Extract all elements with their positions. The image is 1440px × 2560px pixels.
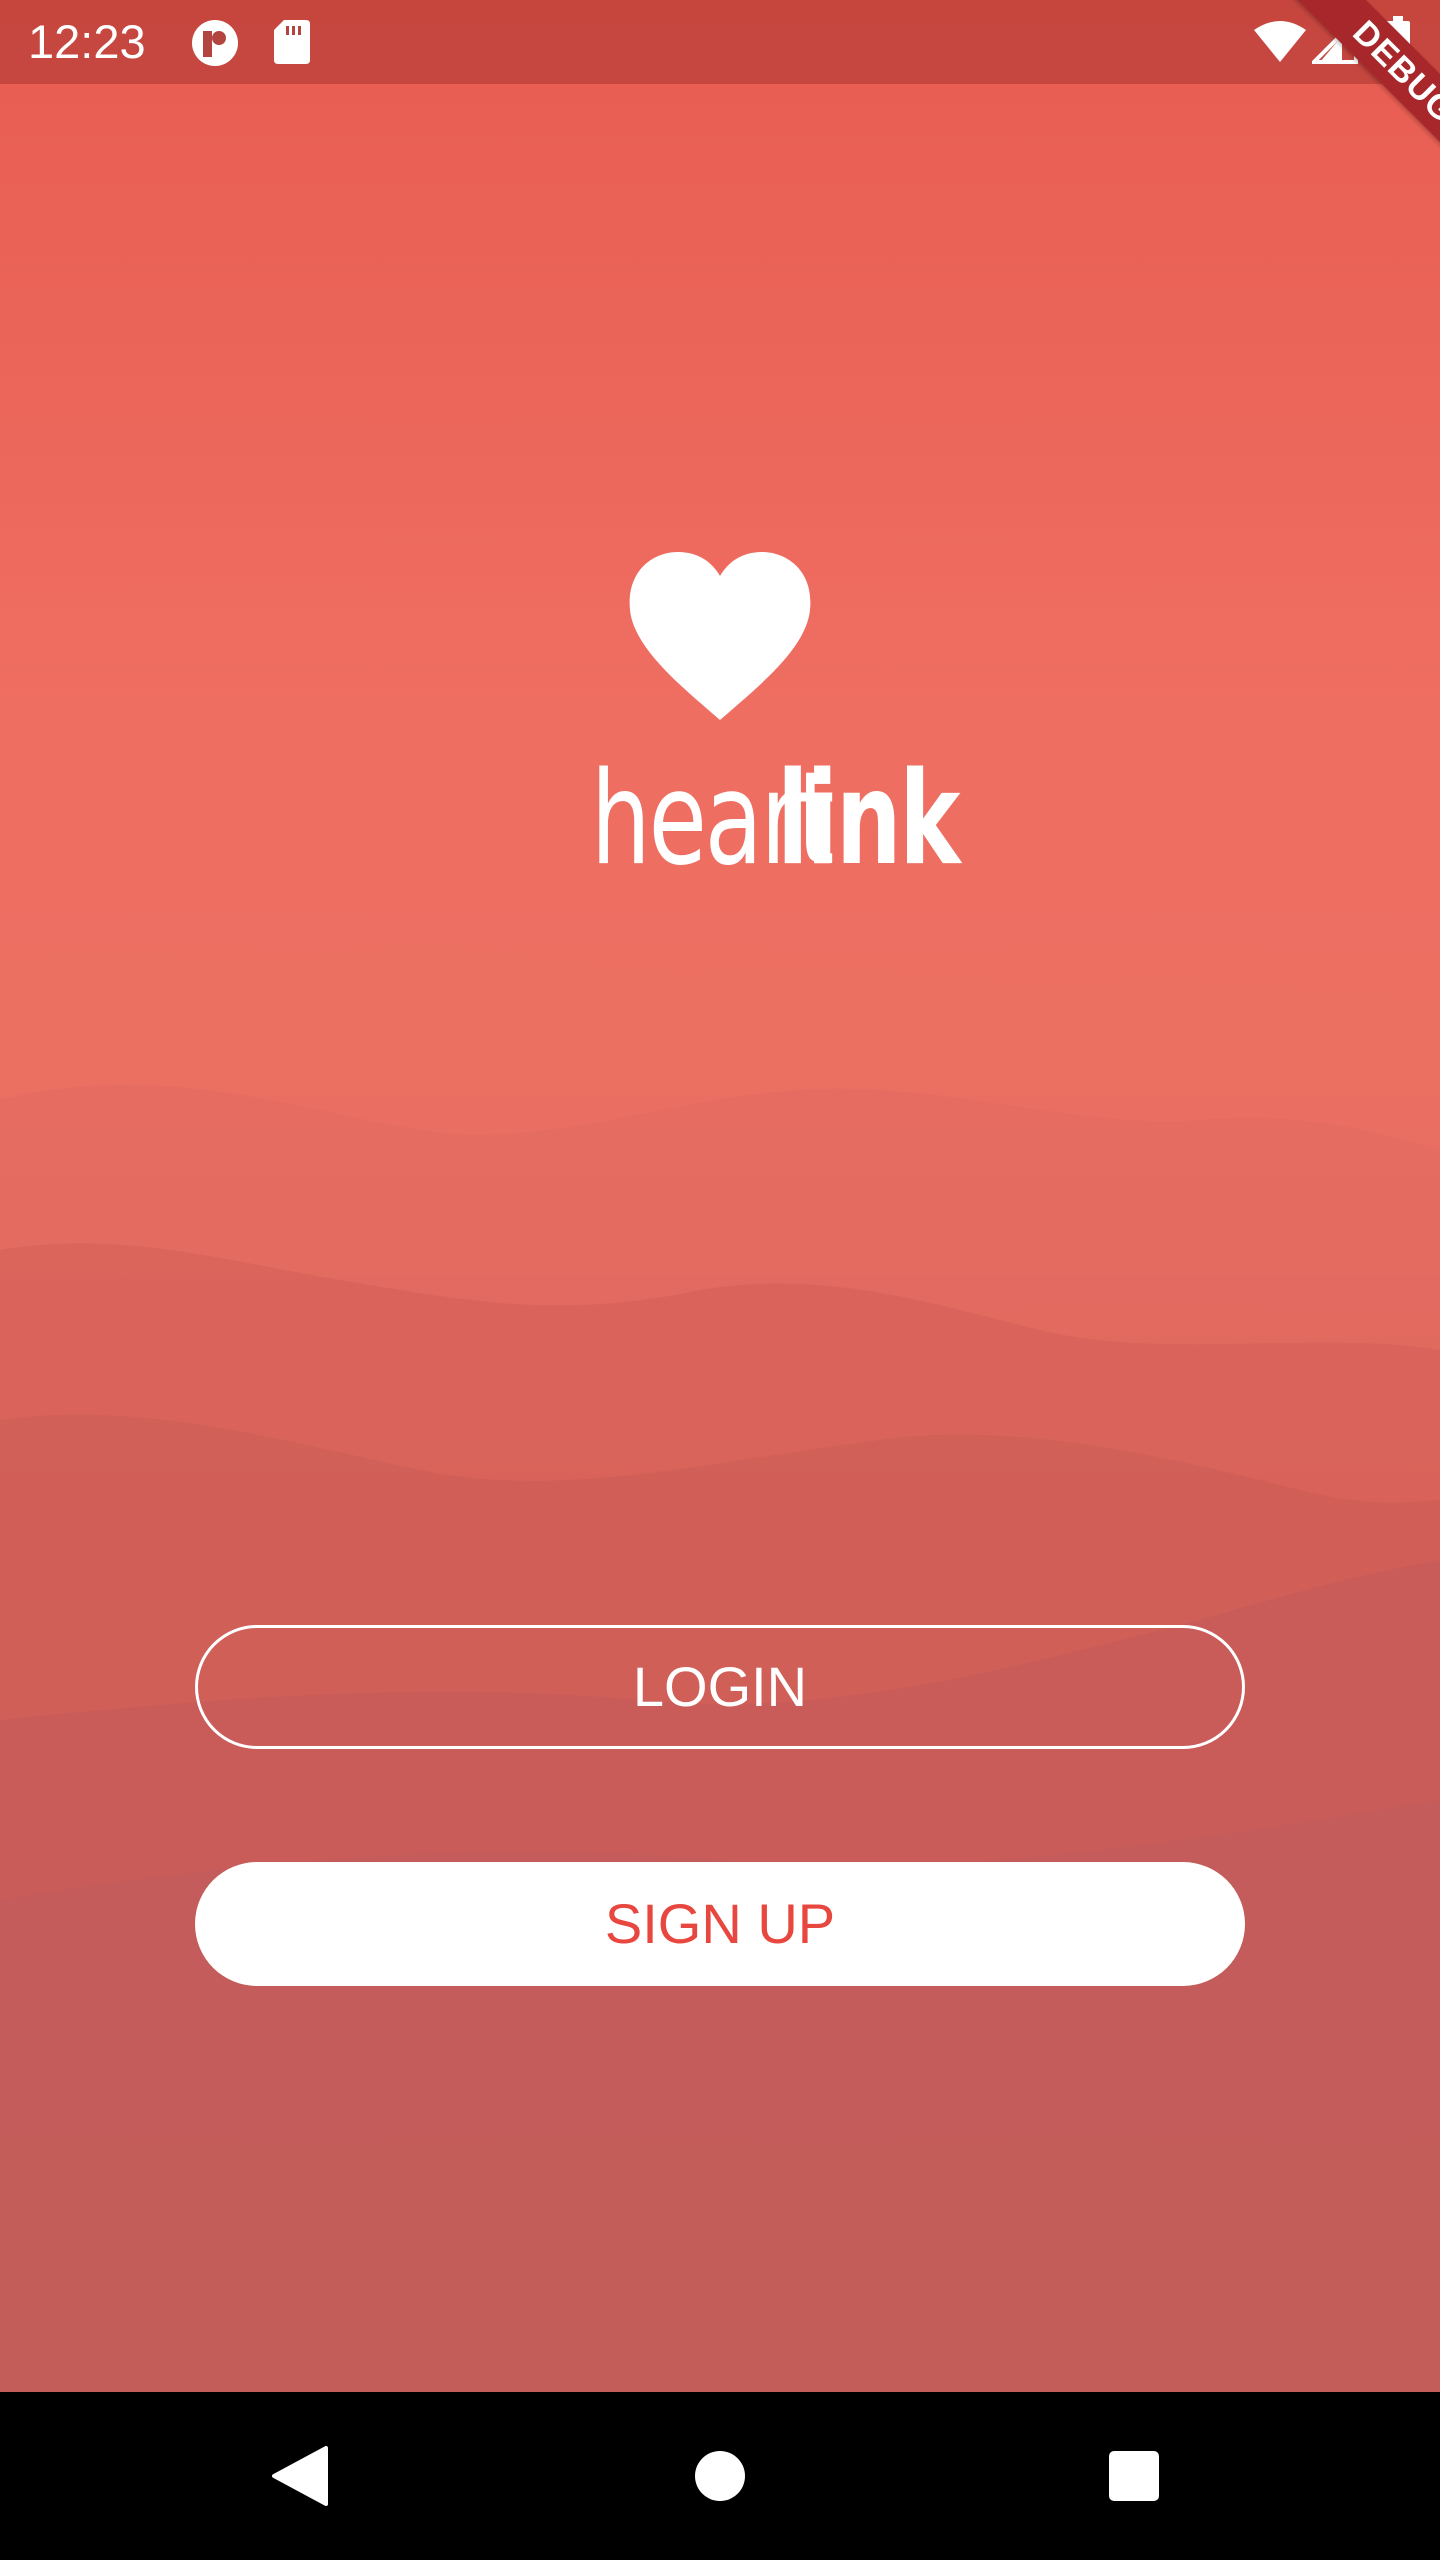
debug-banner: DEBUG (1220, 0, 1440, 220)
sd-card-icon (274, 20, 310, 64)
debug-banner-label: DEBUG (1345, 13, 1440, 131)
status-time: 12:23 (28, 15, 146, 68)
home-icon[interactable] (694, 2450, 746, 2502)
wordmark-bold-part: link (777, 745, 961, 894)
heart-icon (629, 552, 811, 720)
app-logo: heartlink (0, 540, 1440, 900)
recents-icon[interactable] (1108, 2450, 1160, 2502)
app-wordmark: heartlink (0, 745, 1440, 895)
notification-app-icon (192, 20, 238, 66)
login-screen: 12:23 DEBUG heartlink LOGIN SIGN UP (0, 0, 1440, 2392)
back-icon[interactable] (270, 2444, 330, 2508)
debug-banner-band: DEBUG (1273, 0, 1440, 203)
login-button[interactable]: LOGIN (195, 1625, 1245, 1749)
navigation-bar (0, 2392, 1440, 2560)
signup-button[interactable]: SIGN UP (195, 1862, 1245, 1986)
